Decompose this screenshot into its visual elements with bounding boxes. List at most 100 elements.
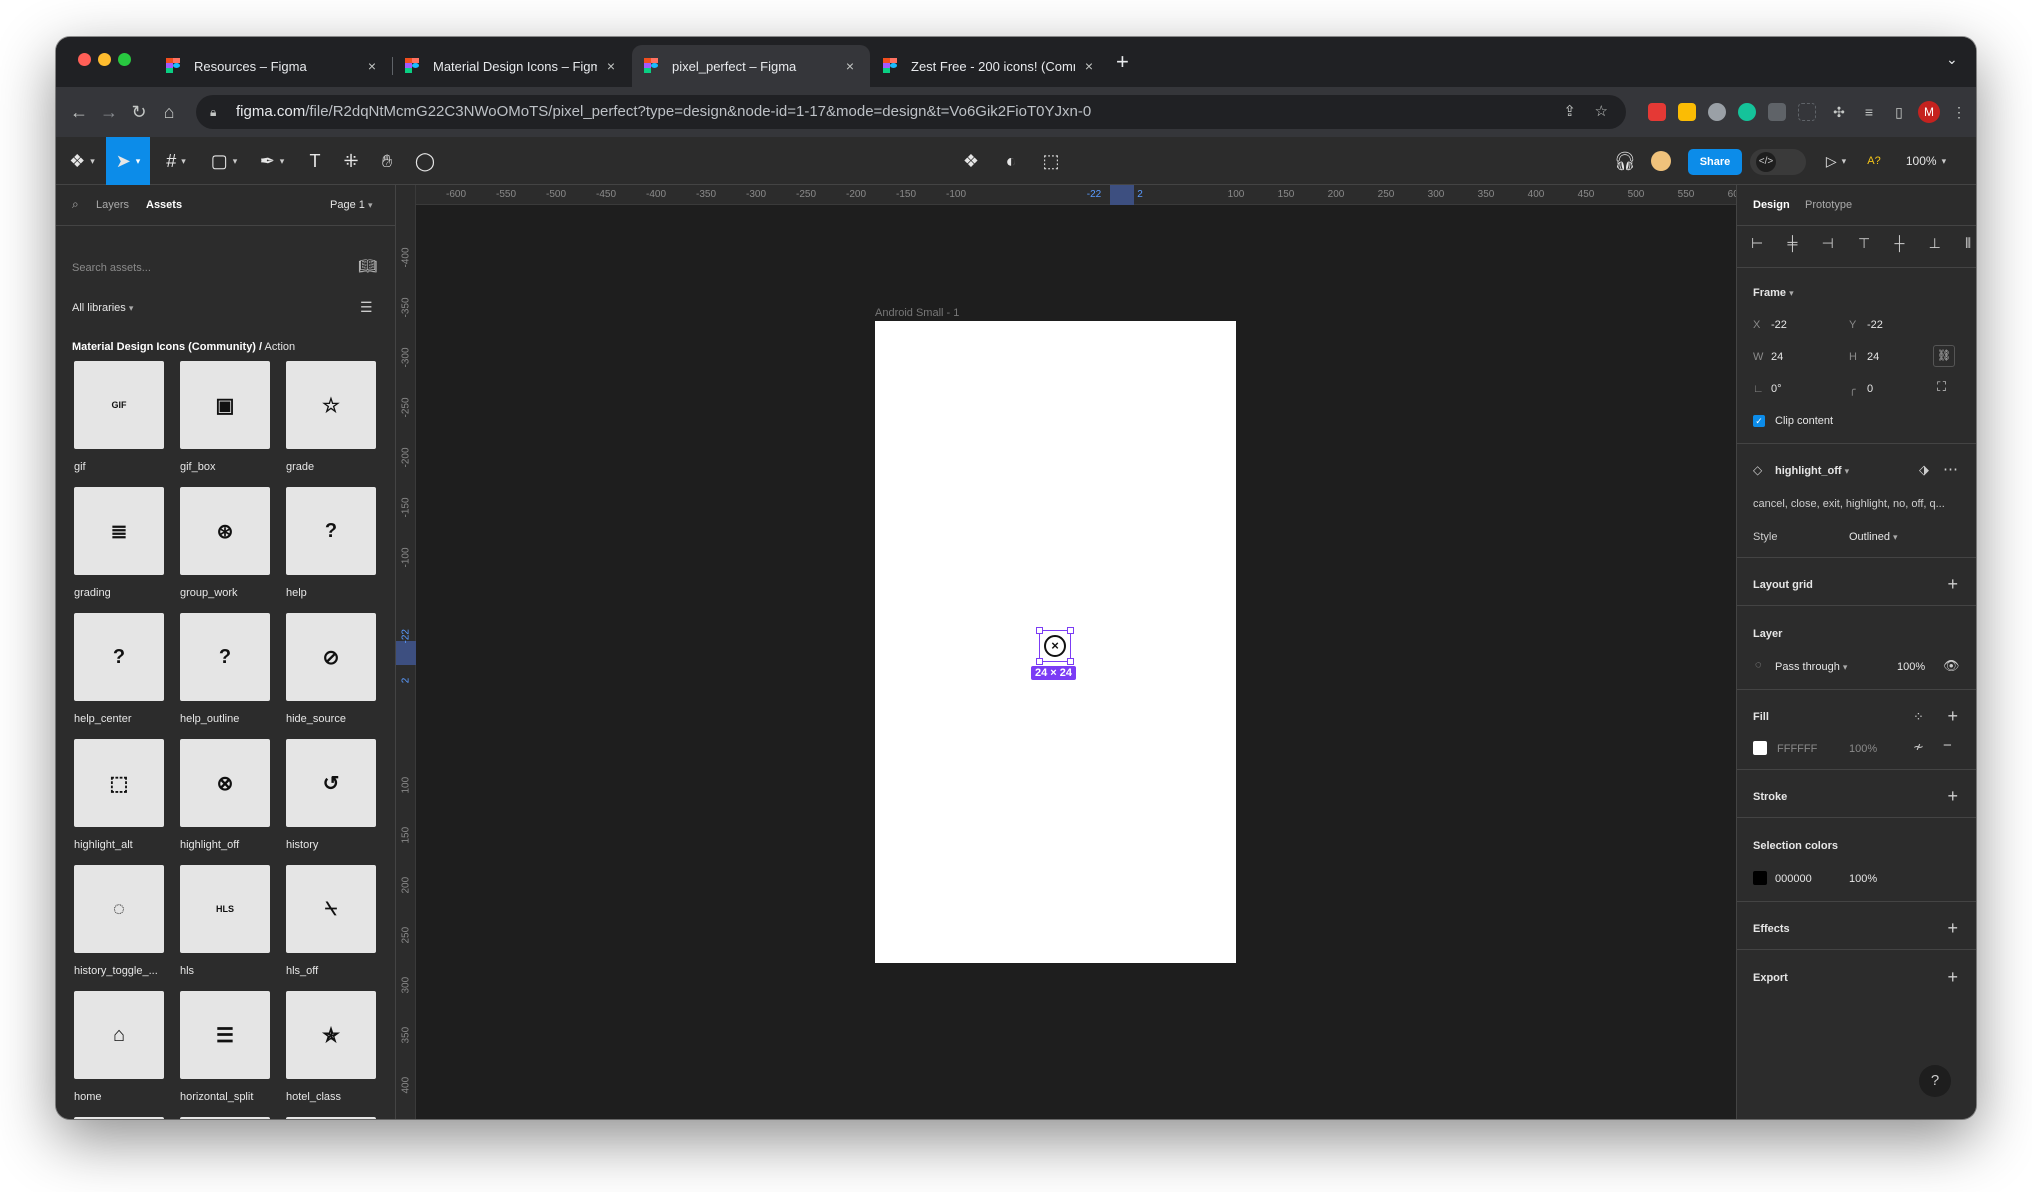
extension-icon[interactable] <box>1768 103 1786 121</box>
asset-tile-highlight-alt[interactable]: ⬚ highlight_alt <box>74 739 164 851</box>
clip-content-checkbox[interactable]: ✓ <box>1753 415 1765 427</box>
asset-tile-home[interactable]: ⌂ home <box>74 991 164 1103</box>
add-layout-grid-icon[interactable]: + <box>1947 575 1958 593</box>
extension-icon[interactable] <box>1678 103 1696 121</box>
distribute-icon[interactable]: ⫴ <box>1965 229 1971 257</box>
libraries-dropdown[interactable]: All libraries ▾ <box>72 302 133 314</box>
y-input[interactable]: -22 <box>1867 319 1883 331</box>
selection-color-opacity[interactable]: 100% <box>1849 873 1877 885</box>
add-fill-icon[interactable]: + <box>1947 707 1958 725</box>
asset-tile-gif-box[interactable]: ▣ gif_box <box>180 361 270 473</box>
asset-tile-hls-off[interactable]: ⍀ hls_off <box>286 865 376 977</box>
pen-tool-button[interactable]: ✒ ▾ <box>252 137 292 185</box>
asset-tile-grading[interactable]: ≣ grading <box>74 487 164 599</box>
forward-arrow-icon[interactable]: → <box>98 101 120 123</box>
selection-color-hex[interactable]: 000000 <box>1775 873 1812 885</box>
frame-section-title[interactable]: Frame ▾ <box>1753 287 1794 299</box>
search-assets-input[interactable]: Search assets... <box>72 262 151 274</box>
blend-mode-dropdown[interactable]: Pass through ▾ <box>1775 661 1847 673</box>
profile-avatar[interactable]: M <box>1918 101 1940 123</box>
asset-tile-help[interactable]: ? help <box>286 487 376 599</box>
asset-tile-help-center[interactable]: ? help_center <box>74 613 164 725</box>
tab-search-chevron-icon[interactable]: ⌄ <box>1946 51 1958 68</box>
add-export-icon[interactable]: + <box>1947 968 1958 986</box>
present-button[interactable]: ▷ ▾ <box>1818 137 1854 185</box>
asset-tile-history-toggle-[interactable]: ◌ history_toggle_... <box>74 865 164 977</box>
breadcrumb-library[interactable]: Material Design Icons (Community) / <box>72 341 262 353</box>
media-icon[interactable]: ≡ <box>1858 101 1880 123</box>
user-avatar[interactable] <box>1646 137 1676 185</box>
tab-close-icon[interactable]: × <box>1081 58 1097 74</box>
asset-tile-group-work[interactable]: ⊛ group_work <box>180 487 270 599</box>
style-dropdown[interactable]: Outlined ▾ <box>1849 531 1898 543</box>
share-button[interactable]: Share <box>1688 149 1742 175</box>
fill-styles-icon[interactable]: ⁘ <box>1913 709 1924 725</box>
component-tool-button[interactable]: ❖ <box>956 137 986 185</box>
design-canvas[interactable]: Android Small - 1 × 24 × 24 <box>416 205 1736 1119</box>
add-stroke-icon[interactable]: + <box>1947 787 1958 805</box>
constrain-proportions-icon[interactable]: ⛓ <box>1933 345 1955 367</box>
asset-tile-gif[interactable]: GIF gif <box>74 361 164 473</box>
more-options-icon[interactable]: ⋯ <box>1943 460 1958 478</box>
grammarly-icon[interactable] <box>1738 103 1756 121</box>
library-book-icon[interactable]: 📖︎ <box>358 257 377 275</box>
selected-icon-highlight-off[interactable]: × <box>1036 627 1074 665</box>
minimize-window-button[interactable] <box>98 53 111 66</box>
page-selector[interactable]: Page 1 ▾ <box>330 199 372 211</box>
asset-tile-highlight-off[interactable]: ⊗ highlight_off <box>180 739 270 851</box>
mask-tool-button[interactable]: ◐ <box>996 137 1026 185</box>
tab-close-icon[interactable]: × <box>603 58 619 74</box>
address-bar[interactable]: 🔒︎ figma.com/file/R2dqNtMcmG22C3NWoOMoTS… <box>196 95 1626 129</box>
asset-tile-hide-source[interactable]: ⊘ hide_source <box>286 613 376 725</box>
h-input[interactable]: 24 <box>1867 351 1879 363</box>
layer-opacity[interactable]: 100% <box>1897 661 1925 673</box>
asset-tile-partial[interactable] <box>180 1117 270 1119</box>
align-top-icon[interactable]: ⊤ <box>1858 229 1870 257</box>
tab-layers[interactable]: Layers <box>96 199 129 211</box>
home-icon[interactable]: ⌂ <box>158 101 180 123</box>
extension-icon[interactable] <box>1708 103 1726 121</box>
puzzle-icon[interactable]: ✣ <box>1828 101 1850 123</box>
w-input[interactable]: 24 <box>1771 351 1783 363</box>
android-frame[interactable]: × 24 × 24 <box>875 321 1236 963</box>
share-page-icon[interactable]: ⇪ <box>1563 95 1576 129</box>
sidepanel-icon[interactable]: ▯ <box>1888 101 1910 123</box>
audio-button[interactable]: 🎧︎ <box>1610 137 1640 185</box>
component-name-dropdown[interactable]: highlight_off ▾ <box>1775 465 1849 477</box>
hide-fill-icon[interactable]: ≁ <box>1913 739 1924 755</box>
bookmark-star-icon[interactable]: ☆ <box>1595 95 1608 129</box>
move-tool-button[interactable]: ➤ ▾ <box>106 137 150 185</box>
align-left-icon[interactable]: ⊢ <box>1751 229 1763 257</box>
go-to-main-component-icon[interactable]: ⬗ <box>1919 462 1929 478</box>
fill-opacity[interactable]: 100% <box>1849 743 1877 755</box>
tab-design[interactable]: Design <box>1753 199 1790 211</box>
frame-label[interactable]: Android Small - 1 <box>875 307 959 319</box>
dev-mode-toggle[interactable]: </> <box>1750 149 1806 175</box>
back-arrow-icon[interactable]: ← <box>68 101 90 123</box>
shape-tool-button[interactable]: ▢ ▾ <box>204 137 244 185</box>
asset-tile-history[interactable]: ↺ history <box>286 739 376 851</box>
maximize-window-button[interactable] <box>118 53 131 66</box>
asset-tile-partial[interactable] <box>286 1117 376 1119</box>
extension-icon[interactable] <box>1648 103 1666 121</box>
tab-close-icon[interactable]: × <box>842 58 858 74</box>
new-tab-button[interactable]: + <box>1116 49 1129 75</box>
hand-tool-button[interactable]: ✋︎ <box>372 137 402 185</box>
align-bottom-icon[interactable]: ⊥ <box>1929 229 1941 257</box>
help-button[interactable]: ? <box>1919 1065 1951 1097</box>
x-input[interactable]: -22 <box>1771 319 1787 331</box>
asset-tile-partial[interactable] <box>74 1117 164 1119</box>
asset-tile-horizontal-split[interactable]: ☰ horizontal_split <box>180 991 270 1103</box>
fill-swatch[interactable] <box>1753 741 1767 755</box>
independent-corners-icon[interactable]: ⛶ <box>1937 379 1946 395</box>
align-center-v-icon[interactable]: ┼ <box>1894 229 1904 257</box>
resources-tool-button[interactable]: ⁜ <box>336 137 366 185</box>
visibility-eye-icon[interactable]: 👁︎ <box>1943 658 1960 674</box>
asset-tile-help-outline[interactable]: ? help_outline <box>180 613 270 725</box>
selection-color-swatch[interactable] <box>1753 871 1767 885</box>
remove-fill-icon[interactable]: − <box>1943 737 1952 754</box>
tab-close-icon[interactable]: × <box>364 58 380 74</box>
tab-zest-free[interactable]: Zest Free - 200 icons! (Comm × <box>871 45 1109 87</box>
add-effect-icon[interactable]: + <box>1947 919 1958 937</box>
kebab-menu-icon[interactable]: ⋮ <box>1948 101 1970 123</box>
